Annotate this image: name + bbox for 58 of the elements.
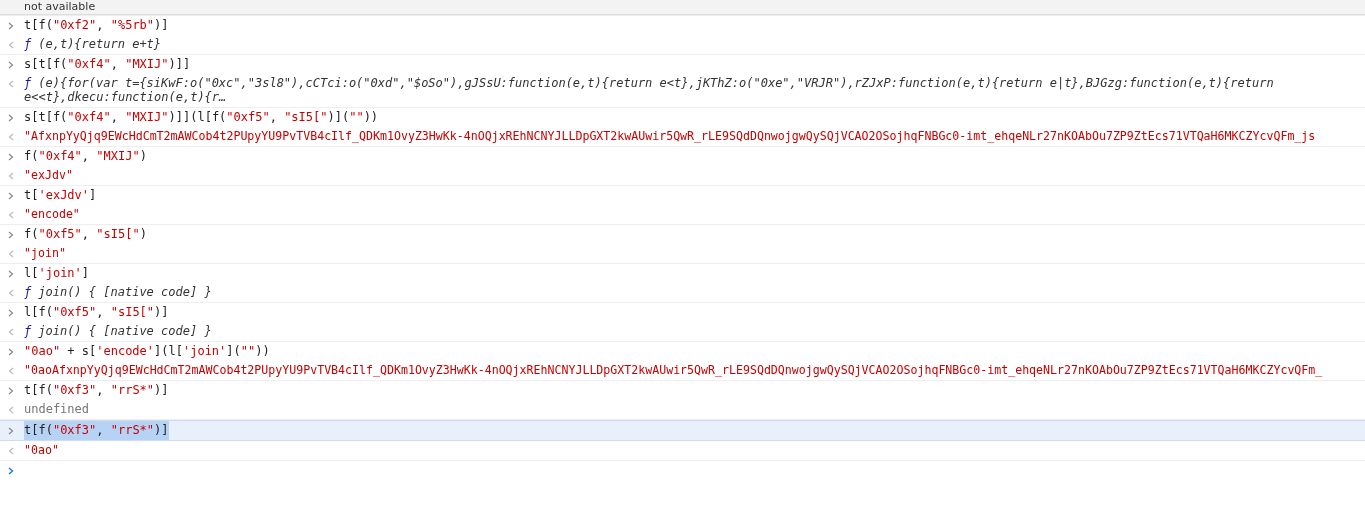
- chevron-left-icon: [8, 328, 14, 336]
- input-code: s[t[f("0xf4", "MXIJ")]](l[f("0xf5", "sI5[")]("")): [24, 109, 379, 126]
- chevron-left-icon: [8, 447, 14, 455]
- chevron-left-icon: [8, 211, 14, 219]
- undefined-output: undefined: [24, 401, 90, 418]
- string-output: "exJdv": [24, 167, 73, 184]
- console-input-row[interactable]: f("0xf5", "sI5["): [0, 225, 1365, 244]
- function-output: e<<t},dkecu:function(e,t){r…: [24, 90, 228, 104]
- input-code: f("0xf5", "sI5["): [24, 226, 147, 243]
- input-code: t['exJdv']: [24, 187, 97, 204]
- console-input-row[interactable]: t[f("0xf2", "%5rb")]: [0, 16, 1365, 35]
- function-output: ƒ join() { [native code] }: [24, 285, 212, 299]
- console-input-row[interactable]: t[f("0xf3", "rrS*")]: [0, 381, 1365, 400]
- console-input-row[interactable]: s[t[f("0xf4", "MXIJ")]]: [0, 55, 1365, 74]
- chevron-right-icon: [8, 192, 14, 200]
- message-text: not available: [24, 0, 97, 13]
- function-output: ƒ (e){for(var t={siKwF:o("0xc","3sl8"),cCTci:o("0xd","$oSo"),gJSsU:function(e,t){return e<t},jKThZ:o("0xe","VRJR"),rZJxP:function(e,t){return e|t},BJGzg:function(e,t){return: [24, 76, 1274, 90]
- chevron-left-icon: [8, 172, 14, 180]
- input-code: f("0xf4", "MXIJ"): [24, 148, 147, 165]
- chevron-left-icon: [8, 289, 14, 297]
- console-input-row[interactable]: t[f("0xf3", "rrS*")]: [0, 420, 1365, 441]
- chevron-right-icon: [8, 270, 14, 278]
- string-output: "encode": [24, 206, 80, 223]
- input-code: "0ao" + s['encode'](l['join']("")): [24, 343, 270, 360]
- chevron-right-icon: [8, 387, 14, 395]
- chevron-right-icon: [8, 22, 14, 30]
- input-code: t[f("0xf3", "rrS*")]: [24, 421, 169, 440]
- chevron-left-icon: [8, 80, 14, 88]
- input-code: l['join']: [24, 265, 90, 282]
- console-input-row[interactable]: l['join']: [0, 264, 1365, 283]
- chevron-right-icon: [8, 153, 14, 161]
- string-output: "0aoAfxnpYyQjq9EWcHdCmT2mAWCob4t2PUpyYU9PvTVB4cIlf_QDKm1OvyZ3HwKk-4nOQjxREhNCNYJLLDpGXT2kwAUwir5QwR_rLE9SQdDQnwojgwQySQjVCAO2OSojhqFNBGc0-imt_ehqeNLr27nKOAbOu7ZP9ZtEcs71VTQaH6MKCZYcvQFm_: [24, 362, 1323, 379]
- chevron-right-icon: [8, 427, 14, 435]
- chevron-left-icon: [8, 250, 14, 258]
- function-output: ƒ join() { [native code] }: [24, 324, 212, 338]
- console-input-row[interactable]: t['exJdv']: [0, 186, 1365, 205]
- string-output: "join": [24, 245, 66, 262]
- function-output: ƒ (e,t){return e+t}: [24, 37, 162, 51]
- chevron-right-icon: [8, 309, 14, 317]
- console-input-row[interactable]: l[f("0xf5", "sI5[")]: [0, 303, 1365, 322]
- chevron-left-icon: [8, 41, 14, 49]
- chevron-right-icon: [8, 231, 14, 239]
- chevron-left-icon: [8, 133, 14, 141]
- string-output: "0ao": [24, 442, 59, 459]
- chevron-right-icon: [8, 348, 14, 356]
- chevron-right-icon: [8, 114, 14, 122]
- console-input-row[interactable]: "0ao" + s['encode'](l['join']("")): [0, 342, 1365, 361]
- input-code: s[t[f("0xf4", "MXIJ")]]: [24, 56, 191, 73]
- input-code: t[f("0xf2", "%5rb")]: [24, 17, 169, 34]
- chevron-right-icon: [8, 61, 14, 69]
- console-input-row[interactable]: f("0xf4", "MXIJ"): [0, 147, 1365, 166]
- string-output: "AfxnpYyQjq9EWcHdCmT2mAWCob4t2PUpyYU9PvTVB4cIlf_QDKm1OvyZ3HwKk-4nOQjxREhNCNYJLLDpGXT2kwAUwir5QwR_rLE9SQdDQnwojgwQySQjVCAO2OSojhqFNBGc0-imt_ehqeNLr27nKOAbOu7ZP9ZtEcs71VTQaH6MKCZYcvQFm_js: [24, 128, 1316, 145]
- chevron-left-icon: [8, 406, 14, 414]
- console-input-row[interactable]: s[t[f("0xf4", "MXIJ")]](l[f("0xf5", "sI5[")]("")): [0, 108, 1365, 127]
- input-code: l[f("0xf5", "sI5[")]: [24, 304, 169, 321]
- input-code: t[f("0xf3", "rrS*")]: [24, 382, 169, 399]
- chevron-left-icon: [8, 367, 14, 375]
- prompt-chevron-icon: [8, 467, 14, 475]
